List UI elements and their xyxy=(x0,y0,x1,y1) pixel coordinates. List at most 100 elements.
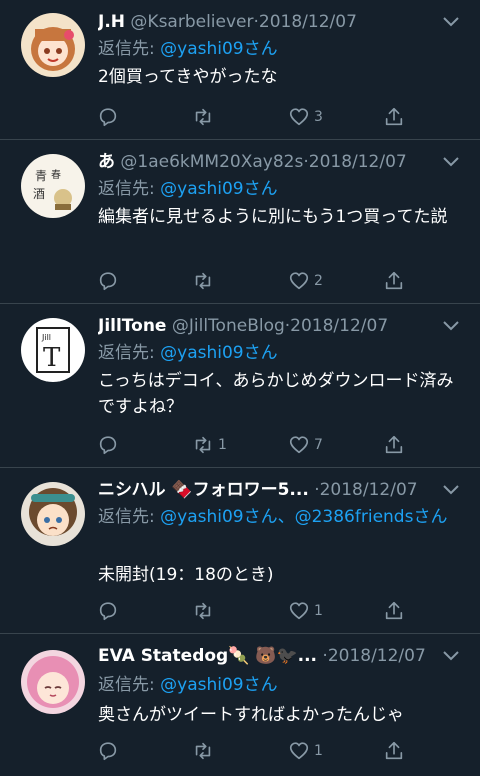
share-button[interactable] xyxy=(383,268,405,294)
calligraphy-avatar[interactable]: 青 春 酒 xyxy=(21,154,85,218)
svg-text:春: 春 xyxy=(51,169,61,181)
reply-prefix: 返信先: xyxy=(98,39,161,59)
like-button[interactable]: 7 xyxy=(288,432,323,458)
tweet-text: こっちはデコイ、あらかじめダウンロード済みですよね？ xyxy=(98,371,454,417)
retweet-button[interactable] xyxy=(192,268,218,294)
tweet-date[interactable]: 2018/12/07 xyxy=(259,12,357,32)
reply-icon xyxy=(99,742,117,761)
share-icon xyxy=(385,271,403,290)
tweet[interactable]: EVA Statedog🍡 🐻🐦‍⬛... ·2018/12/07 返信先: @… xyxy=(0,634,480,776)
tweet-actions: 1 7 xyxy=(0,432,480,458)
reply-button[interactable] xyxy=(97,598,123,624)
reply-button[interactable] xyxy=(97,104,123,130)
reply-button[interactable] xyxy=(97,268,123,294)
tweet-date[interactable]: 2018/12/07 xyxy=(309,152,407,172)
reply-mention[interactable]: @yashi09さん xyxy=(160,343,277,363)
tweet-actions: 1 xyxy=(0,738,480,764)
retweet-button[interactable] xyxy=(192,738,218,764)
reply-icon xyxy=(99,436,117,455)
heart-icon xyxy=(289,272,309,290)
tweet[interactable]: 青 春 酒 あ @1ae6kMM20Xay82s·2018/12/07 返信先:… xyxy=(0,140,480,304)
reply-prefix: 返信先: xyxy=(98,507,161,527)
tweet-actions: 2 xyxy=(0,268,480,294)
tweet-actions: 1 xyxy=(0,598,480,624)
tweet-header: ニシハル 🍫フォロワー5... ·2018/12/07 xyxy=(98,478,434,504)
like-count: 2 xyxy=(314,273,323,289)
reply-icon xyxy=(99,602,117,621)
retweet-icon xyxy=(195,108,211,126)
like-button[interactable]: 2 xyxy=(288,268,323,294)
tweet[interactable]: ニシハル 🍫フォロワー5... ·2018/12/07 返信先: @yashi0… xyxy=(0,468,480,634)
reply-prefix: 返信先: xyxy=(98,343,161,363)
tweet[interactable]: Jill T JillTone @JillToneBlog·2018/12/07… xyxy=(0,304,480,468)
jilltone-logo-avatar[interactable]: Jill T xyxy=(21,318,85,382)
tweet-text: 奥さんがツイートすればよかったんじゃ xyxy=(98,705,404,725)
tweet-date[interactable]: 2018/12/07 xyxy=(290,316,388,336)
display-name[interactable]: JillTone xyxy=(98,316,166,336)
display-name[interactable]: J.H xyxy=(98,12,125,32)
share-icon xyxy=(385,435,403,454)
share-button[interactable] xyxy=(383,598,405,624)
reply-button[interactable] xyxy=(97,738,123,764)
tweet-date[interactable]: 2018/12/07 xyxy=(328,646,426,666)
retweet-icon xyxy=(195,742,211,760)
user-handle[interactable]: @Ksarbeliever xyxy=(130,12,253,32)
tweet-text: 2個買ってきやがったな xyxy=(98,67,278,87)
reply-context: 返信先: @yashi09さん xyxy=(98,36,278,62)
retweet-button[interactable]: 1 xyxy=(192,432,227,458)
heart-icon xyxy=(289,602,309,620)
user-handle[interactable]: @1ae6kMM20Xay82s xyxy=(120,152,303,172)
like-count: 7 xyxy=(314,437,323,453)
reply-context: 返信先: @yashi09さん xyxy=(98,672,278,698)
display-name[interactable]: あ xyxy=(98,152,115,172)
like-button[interactable]: 1 xyxy=(288,598,323,624)
chevron-down-icon[interactable] xyxy=(442,484,460,496)
reply-button[interactable] xyxy=(97,432,123,458)
reply-mention[interactable]: @yashi09さん、@2386friendsさん xyxy=(160,507,447,527)
reply-mention[interactable]: @yashi09さん xyxy=(160,39,277,59)
reply-icon xyxy=(99,272,117,291)
anime-character-avatar[interactable] xyxy=(21,482,85,546)
tweet-date[interactable]: 2018/12/07 xyxy=(320,480,418,500)
like-button[interactable]: 3 xyxy=(288,104,323,130)
anime-girl-avatar[interactable] xyxy=(21,13,85,77)
user-handle[interactable]: @JillToneBlog xyxy=(172,316,285,336)
reply-prefix: 返信先: xyxy=(98,675,161,695)
heart-icon xyxy=(289,108,309,126)
display-name[interactable]: EVA Statedog🍡 🐻🐦‍⬛... xyxy=(98,646,317,666)
retweet-icon xyxy=(195,602,211,620)
reply-mention[interactable]: @yashi09さん xyxy=(160,675,277,695)
chevron-down-icon[interactable] xyxy=(442,16,460,28)
tweet-header: J.H @Ksarbeliever·2018/12/07 xyxy=(98,10,434,36)
share-icon xyxy=(385,741,403,760)
reply-icon xyxy=(99,108,117,127)
tweet-actions: 3 xyxy=(0,104,480,130)
retweet-button[interactable] xyxy=(192,104,218,130)
tweet-header: JillTone @JillToneBlog·2018/12/07 xyxy=(98,314,434,340)
tweet[interactable]: J.H @Ksarbeliever·2018/12/07 返信先: @yashi… xyxy=(0,0,480,140)
chevron-down-icon[interactable] xyxy=(442,156,460,168)
pink-hair-avatar[interactable] xyxy=(21,650,85,714)
share-button[interactable] xyxy=(383,738,405,764)
reply-mention[interactable]: @yashi09さん xyxy=(160,179,277,199)
retweet-button[interactable] xyxy=(192,598,218,624)
share-icon xyxy=(385,601,403,620)
like-count: 1 xyxy=(314,743,323,759)
chevron-down-icon[interactable] xyxy=(442,650,460,662)
tweet-text: 編集者に見せるように別にもう1つ買ってた説 xyxy=(98,207,448,227)
like-count: 1 xyxy=(314,603,323,619)
like-button[interactable]: 1 xyxy=(288,738,323,764)
svg-text:青: 青 xyxy=(35,169,47,183)
chevron-down-icon[interactable] xyxy=(442,320,460,332)
share-icon xyxy=(385,107,403,126)
reply-context: 返信先: @yashi09さん、@2386friendsさん xyxy=(98,504,456,530)
heart-icon xyxy=(289,742,309,760)
svg-text:T: T xyxy=(43,343,61,373)
tweet-header: EVA Statedog🍡 🐻🐦‍⬛... ·2018/12/07 xyxy=(98,644,434,670)
retweet-icon xyxy=(195,436,211,454)
display-name[interactable]: ニシハル 🍫フォロワー5... xyxy=(98,480,309,500)
share-button[interactable] xyxy=(383,104,405,130)
heart-icon xyxy=(289,436,309,454)
tweet-header: あ @1ae6kMM20Xay82s·2018/12/07 xyxy=(98,150,434,176)
share-button[interactable] xyxy=(383,432,405,458)
